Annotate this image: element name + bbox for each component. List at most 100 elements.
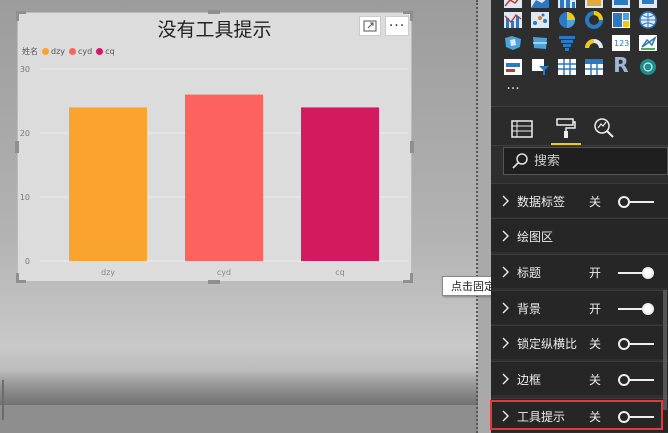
r-script-icon: R (613, 53, 629, 77)
funnel-chart-icon (559, 36, 575, 51)
format-card-tooltip[interactable]: 工具提示 关 (491, 398, 668, 432)
tab-format[interactable] (553, 115, 579, 141)
viz-icon-ribbon[interactable] (584, 0, 604, 10)
toggle-knob (618, 196, 630, 208)
more-visuals-button[interactable]: ··· (503, 80, 523, 98)
column-chart-icon (558, 0, 576, 8)
legend-entry-cyd[interactable]: cyd (69, 47, 92, 56)
format-card-label: 数据标签 (517, 195, 566, 209)
format-search-box[interactable] (503, 147, 668, 175)
gauge-icon (585, 39, 603, 49)
viz-icon-pie[interactable] (557, 11, 577, 29)
focus-mode-icon (363, 20, 377, 32)
chevron-right-icon (502, 373, 509, 385)
viz-icon-funnel[interactable] (557, 34, 577, 52)
pane-scrollbar[interactable] (663, 290, 667, 410)
search-icon (512, 153, 528, 169)
globe-map-icon (639, 11, 657, 29)
bar-dzy[interactable] (69, 107, 147, 262)
viz-icon-card[interactable]: 123 (611, 34, 631, 52)
toggle-state-label: 关 (589, 410, 602, 424)
legend-entry-cq[interactable]: cq (96, 47, 115, 56)
canvas-boundary (476, 0, 478, 433)
format-card-background[interactable]: 背景 开 (491, 290, 668, 324)
viz-icon-donut[interactable] (584, 11, 604, 29)
tab-fields[interactable] (509, 115, 535, 141)
x-tick-label: cyd (217, 268, 231, 277)
y-tick-label: 20 (20, 129, 30, 138)
line-chart-icon (504, 0, 522, 8)
viz-icon-funnel-top[interactable] (638, 0, 658, 10)
format-card-data-labels[interactable]: 数据标签 关 (491, 183, 668, 217)
format-card-lock-aspect[interactable]: 锁定纵横比关 (491, 325, 668, 359)
more-options-button[interactable]: ··· (385, 16, 409, 36)
format-card-label: 背景 (517, 302, 542, 316)
toggle-track (628, 201, 654, 203)
resize-handle-top[interactable] (208, 10, 220, 14)
chart-plot-area: 0 10 20 30 dzy cyd cq (20, 65, 408, 277)
format-card-border[interactable]: 边框 关 (491, 361, 668, 395)
area-chart-icon (531, 0, 549, 8)
toggle-switch-title[interactable] (618, 267, 654, 279)
chevron-right-icon (502, 337, 509, 349)
toggle-knob (618, 374, 630, 386)
search-input[interactable] (534, 153, 654, 169)
paint-roller-icon (556, 118, 576, 138)
toggle-track (628, 416, 654, 418)
viz-icon-treemap[interactable] (611, 11, 631, 29)
toggle-switch-border[interactable] (618, 374, 654, 386)
legend-entry-dzy[interactable]: dzy (42, 47, 65, 56)
format-card-title[interactable]: 标题 开 (491, 254, 668, 288)
legend-dot-cq (96, 48, 104, 55)
toggle-switch-lock-aspect[interactable] (618, 338, 654, 350)
filled-map-icon (505, 36, 521, 50)
viz-icon-slicer-filter[interactable] (530, 58, 550, 76)
fields-icon (511, 120, 533, 138)
tab-analytics[interactable] (591, 115, 617, 141)
toggle-track (628, 379, 654, 381)
viz-icon-kpi[interactable] (638, 34, 658, 52)
x-tick-label: cq (335, 268, 344, 277)
viz-icon-table[interactable] (557, 58, 577, 76)
scatter-chart-icon (531, 12, 549, 28)
focus-mode-button[interactable] (359, 16, 381, 36)
toggle-knob (642, 303, 654, 315)
bar-cq[interactable] (301, 107, 379, 262)
toggle-state-label: 关 (589, 337, 602, 351)
toggle-switch-tooltip[interactable] (618, 411, 654, 423)
viz-icon-area-chart[interactable] (530, 0, 550, 10)
viz-icon-filled-map[interactable] (503, 34, 523, 52)
legend-label-dzy: dzy (51, 47, 66, 56)
format-card-plot-area[interactable]: 绘图区 (491, 218, 668, 252)
viz-icon-globe[interactable] (638, 58, 658, 76)
viz-icon-line-chart[interactable] (503, 0, 523, 10)
toggle-state-label: 关 (589, 373, 602, 387)
viz-icon-shape-map[interactable] (530, 34, 550, 52)
background-tree (2, 380, 14, 420)
viz-icon-combo-chart[interactable] (503, 11, 523, 29)
viz-icon-waterfall[interactable] (611, 0, 631, 10)
viz-icon-gauge[interactable] (584, 34, 604, 52)
toggle-switch-data-labels[interactable] (618, 196, 654, 208)
arcgis-map-icon (640, 59, 656, 75)
toggle-knob (618, 338, 630, 350)
combo-chart-icon (504, 12, 522, 28)
viz-icon-column-chart[interactable] (557, 0, 577, 10)
toggle-switch-background[interactable] (618, 303, 654, 315)
chevron-right-icon (502, 195, 509, 207)
bar-cyd[interactable] (185, 94, 263, 261)
format-card-label: 工具提示 (517, 410, 566, 424)
chart-legend: 姓名 dzy cyd cq (22, 46, 115, 57)
viz-icon-slicer[interactable] (503, 58, 523, 76)
viz-icon-r-script[interactable]: R (611, 53, 631, 77)
legend-dot-cyd (69, 48, 77, 55)
y-tick-label: 30 (20, 65, 30, 74)
active-tab-indicator (551, 143, 581, 145)
viz-icon-matrix[interactable] (584, 58, 604, 76)
viz-icon-scatter[interactable] (530, 11, 550, 29)
visual-type-gallery: 123 R ··· (499, 0, 664, 100)
legend-label-cyd: cyd (78, 47, 93, 56)
viz-icon-map[interactable] (638, 11, 658, 29)
bar-chart-visual[interactable]: 没有工具提示 ··· 姓名 dzy cyd cq 0 10 20 30 dzy cyd cq (15, 10, 414, 284)
chevron-right-icon (502, 230, 509, 242)
